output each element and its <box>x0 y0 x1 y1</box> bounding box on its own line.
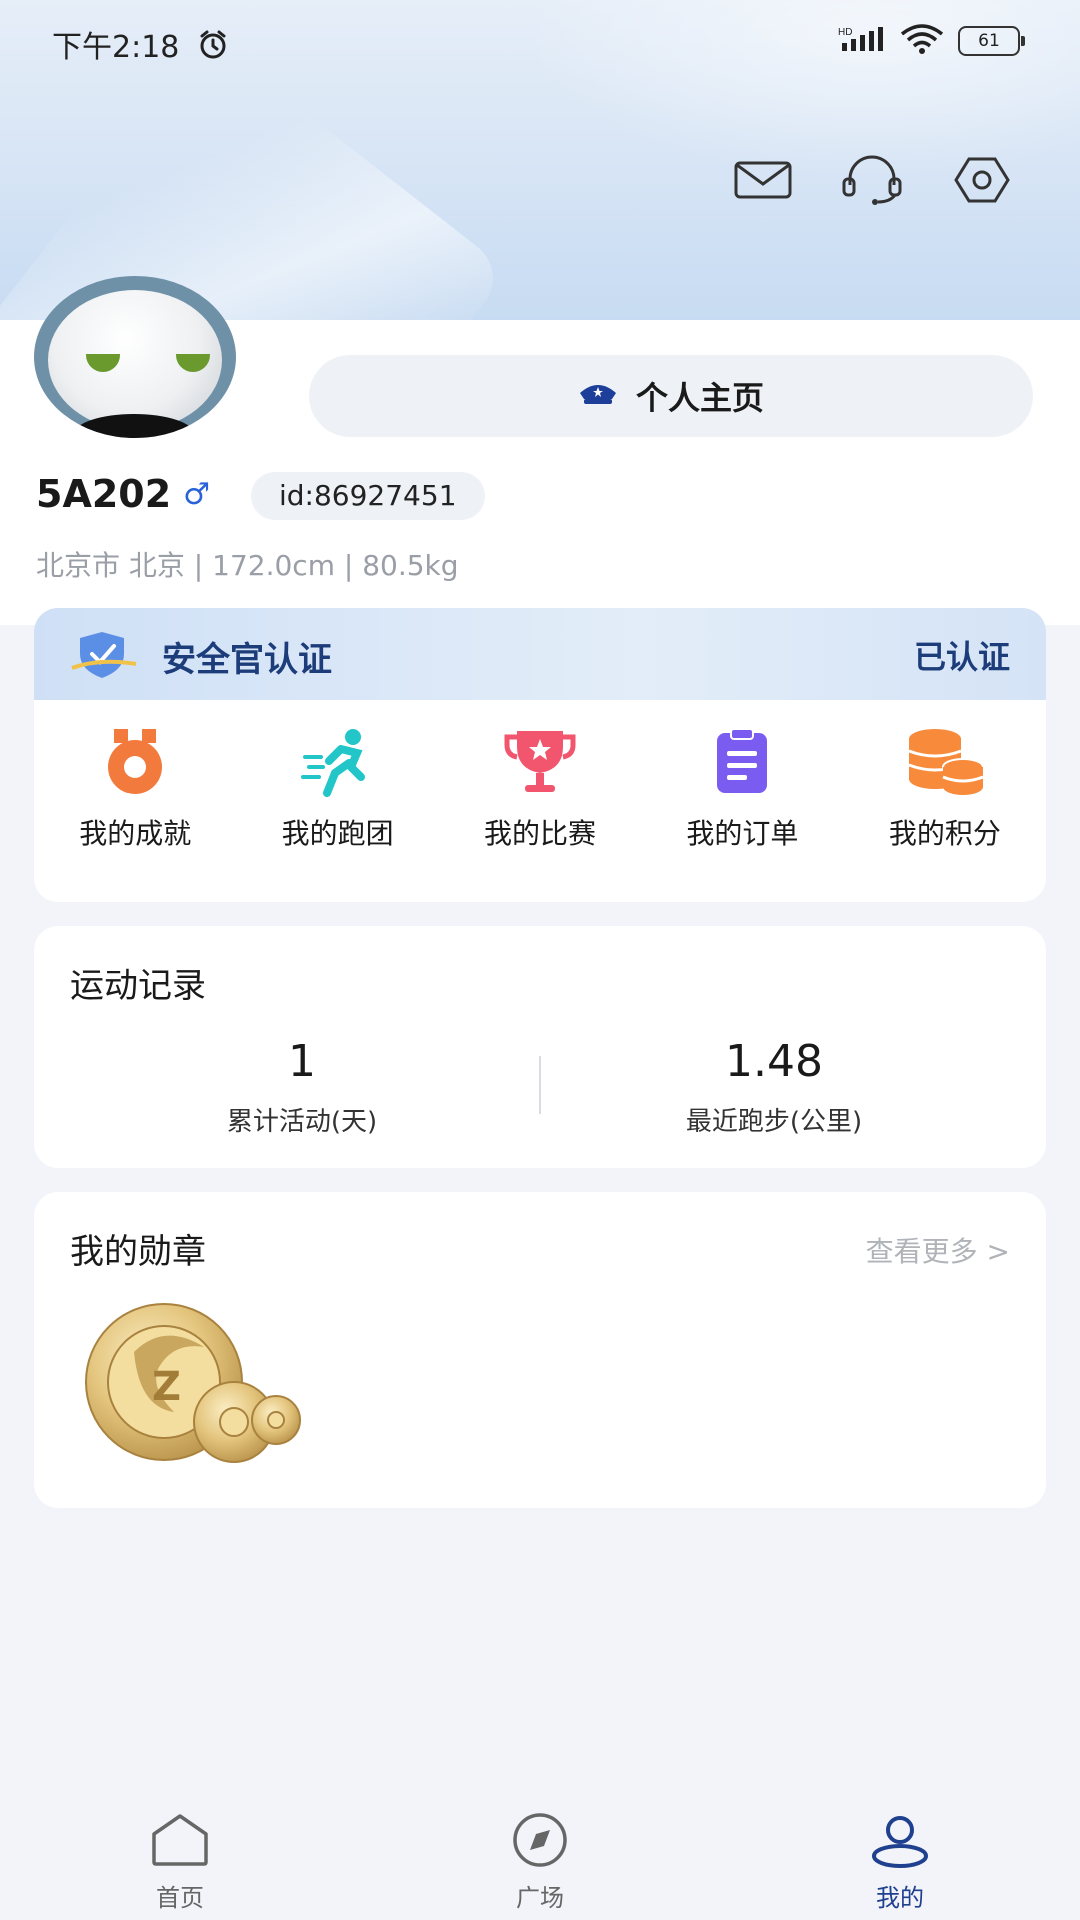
alarm-icon <box>197 29 229 69</box>
battery-indicator: 61 <box>958 26 1025 56</box>
nav-square[interactable]: 广场 <box>360 1780 720 1920</box>
status-indicators: HD 61 <box>838 24 1025 58</box>
coins-icon <box>905 726 985 798</box>
clipboard-icon <box>702 726 782 798</box>
service-label: 我的跑团 <box>281 817 394 850</box>
service-label: 我的积分 <box>888 817 1001 850</box>
settings-icon[interactable] <box>950 150 1014 210</box>
signal-icon: HD <box>838 25 886 57</box>
certification-title: 安全官认证 <box>162 640 332 680</box>
recent-run-stat: 1.48 最近跑步(公里) <box>574 1036 974 1138</box>
service-points[interactable]: 我的积分 <box>844 700 1046 900</box>
user-icon <box>868 1812 932 1872</box>
service-competitions[interactable]: 我的比赛 <box>439 700 641 900</box>
username-row: 5A202 ♂ <box>36 472 210 516</box>
cumulative-activity-value: 1 <box>288 1036 316 1087</box>
recent-run-value: 1.48 <box>725 1036 823 1087</box>
username: 5A202 <box>36 472 172 516</box>
runner-icon <box>298 726 378 798</box>
service-achievements[interactable]: 我的成就 <box>34 700 236 900</box>
certification-banner[interactable]: 安全官认证 已认证 <box>34 608 1046 700</box>
nav-mine-label: 我的 <box>876 1884 924 1912</box>
medals-card: 我的勋章 查看更多 > Z <box>34 1192 1046 1508</box>
services-row: 我的成就 我的跑团 我的比赛 我的订单 我的积分 <box>34 700 1046 900</box>
status-time-text: 下午2:18 <box>52 30 180 65</box>
mail-icon[interactable] <box>731 150 795 210</box>
user-id-text: id:86927451 <box>279 479 457 512</box>
medals-title: 我的勋章 <box>70 1232 206 1272</box>
service-label: 我的成就 <box>79 817 192 850</box>
trophy-icon <box>500 726 580 798</box>
nav-mine[interactable]: 我的 <box>720 1780 1080 1920</box>
nav-square-label: 广场 <box>516 1884 564 1912</box>
gear-medal-badge[interactable]: Z <box>64 1292 304 1472</box>
nav-home[interactable]: 首页 <box>0 1780 360 1920</box>
view-more-link[interactable]: 查看更多 > <box>866 1230 1010 1270</box>
user-id-badge[interactable]: id:86927451 <box>251 472 485 520</box>
service-label: 我的订单 <box>686 817 799 850</box>
certification-status: 已认证 <box>913 638 1010 676</box>
service-running-club[interactable]: 我的跑团 <box>236 700 438 900</box>
battery-level: 61 <box>978 31 1000 51</box>
avatar[interactable] <box>34 276 236 438</box>
svg-text:Z: Z <box>152 1364 181 1410</box>
personal-homepage-button[interactable]: 个人主页 <box>309 355 1033 437</box>
service-orders[interactable]: 我的订单 <box>641 700 843 900</box>
nav-home-label: 首页 <box>156 1884 204 1912</box>
headset-icon[interactable] <box>840 150 904 210</box>
services-card: 安全官认证 已认证 我的成就 我的跑团 我的比赛 我的订单 我的积分 <box>34 608 1046 902</box>
police-cap-icon <box>578 377 618 415</box>
svg-text:HD: HD <box>838 27 852 38</box>
cumulative-activity-stat: 1 累计活动(天) <box>102 1036 502 1138</box>
service-label: 我的比赛 <box>484 817 597 850</box>
bottom-navigation: 首页 广场 我的 <box>0 1780 1080 1920</box>
status-time: 下午2:18 <box>52 22 229 69</box>
male-icon: ♂ <box>183 476 211 512</box>
stat-divider <box>539 1056 541 1114</box>
shield-icon <box>70 628 142 682</box>
wifi-icon <box>900 24 944 58</box>
compass-icon <box>508 1812 572 1872</box>
sports-records-card[interactable]: 运动记录 1 累计活动(天) 1.48 最近跑步(公里) <box>34 926 1046 1168</box>
records-title: 运动记录 <box>70 966 206 1006</box>
home-icon <box>148 1812 212 1872</box>
recent-run-label: 最近跑步(公里) <box>685 1107 863 1137</box>
medal-icon <box>95 726 175 798</box>
cumulative-activity-label: 累计活动(天) <box>226 1107 378 1137</box>
user-info: 北京市 北京 | 172.0cm | 80.5kg <box>36 549 459 582</box>
personal-homepage-label: 个人主页 <box>635 379 764 417</box>
